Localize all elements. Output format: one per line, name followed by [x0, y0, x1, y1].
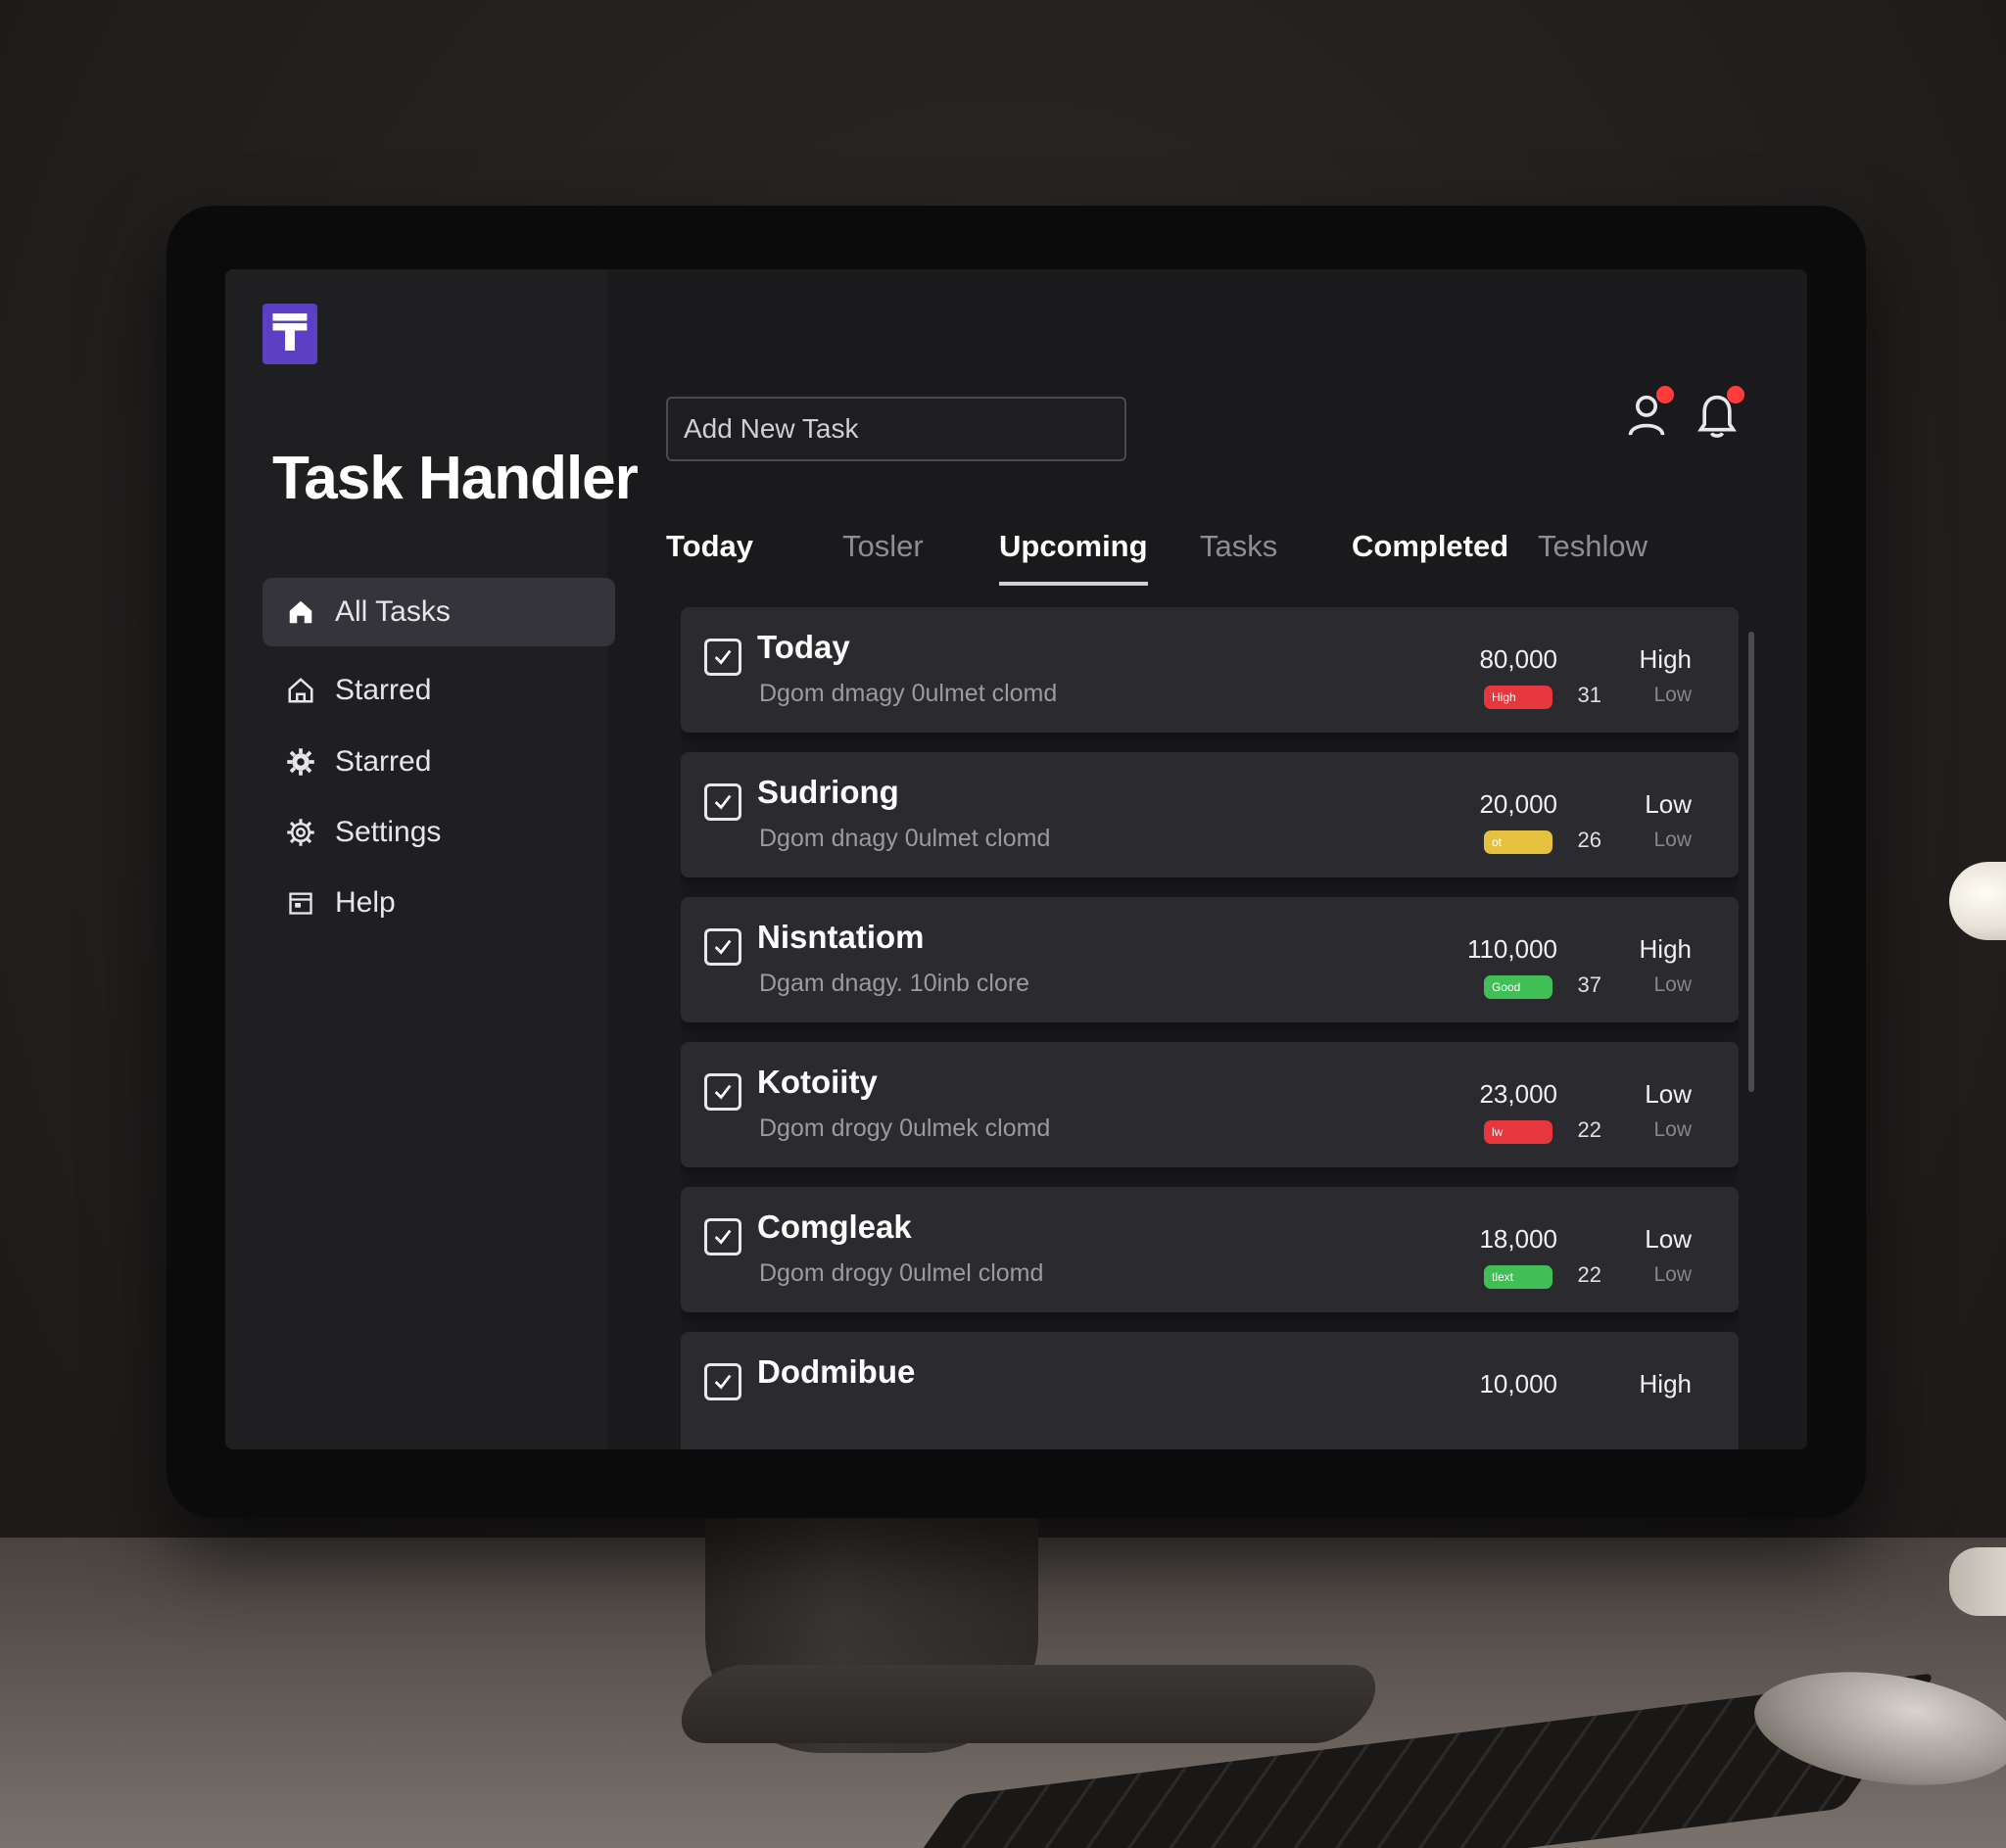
task-amount: 18,000 — [1479, 1224, 1557, 1254]
task-row[interactable]: Comgleak Dgom drogy 0ulmel clomd 18,000 … — [681, 1187, 1739, 1312]
task-count: 26 — [1577, 828, 1601, 852]
task-checkbox[interactable] — [704, 1218, 741, 1256]
task-title: Dodmibue — [757, 1353, 916, 1390]
task-title: Sudriong — [757, 774, 899, 810]
status-badge: High — [1484, 686, 1552, 709]
task-priority: High — [1639, 934, 1692, 964]
status-badge: lw — [1484, 1120, 1552, 1144]
sidebar: ₸ Task Handler All Tasks Starred Starred — [225, 269, 639, 1449]
task-row[interactable]: Sudriong Dgom dnagy 0ulmet clomd 20,000 … — [681, 752, 1739, 877]
app-logo[interactable]: ₸ — [263, 304, 317, 364]
task-checkbox[interactable] — [704, 1073, 741, 1111]
task-checkbox[interactable] — [704, 783, 741, 821]
task-row[interactable]: Dodmibue 10,000 High — [681, 1332, 1739, 1449]
task-sub-priority: Low — [1653, 973, 1692, 996]
task-title: Nisntatiom — [757, 919, 925, 955]
desk-lamp — [1949, 862, 2006, 940]
tab-today[interactable]: Today — [666, 529, 753, 582]
task-priority: Low — [1645, 1079, 1692, 1109]
app-window: ₸ Task Handler All Tasks Starred Starred — [225, 269, 1807, 1449]
sidebar-item-starred-2[interactable]: Starred — [263, 728, 615, 796]
scrollbar[interactable] — [1748, 632, 1754, 1092]
task-sub-priority: Low — [1653, 1118, 1692, 1141]
task-description: Dgam dnagy. 10inb clore — [759, 970, 1030, 997]
task-amount: 80,000 — [1479, 644, 1557, 674]
notification-badge — [1727, 386, 1744, 403]
status-badge: tlext — [1484, 1265, 1552, 1289]
task-list: Today Dgom dmagy 0ulmet clomd 80,000 Hig… — [681, 607, 1739, 1449]
sidebar-item-label: Help — [335, 886, 396, 919]
check-icon — [714, 1374, 732, 1390]
bell-icon[interactable] — [1696, 386, 1744, 439]
sidebar-item-label: Starred — [335, 745, 432, 778]
tab-completed[interactable]: Completed — [1352, 529, 1508, 582]
add-new-task-input[interactable] — [666, 397, 1126, 461]
home-icon — [284, 595, 317, 629]
task-title: Kotoiity — [757, 1064, 878, 1100]
task-description: Dgom drogy 0ulmel clomd — [759, 1259, 1044, 1287]
task-count: 22 — [1577, 1117, 1601, 1142]
check-icon — [714, 939, 732, 955]
task-amount: 110,000 — [1466, 934, 1557, 964]
task-description: Dgom dmagy 0ulmet clomd — [759, 680, 1058, 707]
task-description: Dgom drogy 0ulmek clomd — [759, 1114, 1051, 1142]
gear-icon — [284, 745, 317, 779]
sidebar-item-label: Starred — [335, 674, 432, 706]
sidebar-item-settings[interactable]: Settings — [263, 798, 615, 867]
task-count: 22 — [1577, 1262, 1601, 1287]
task-checkbox[interactable] — [704, 1363, 741, 1400]
task-sub-priority: Low — [1653, 684, 1692, 706]
check-icon — [714, 649, 732, 665]
sidebar-item-help[interactable]: Help — [263, 869, 615, 937]
tab-upcoming[interactable]: Upcoming — [999, 529, 1148, 586]
task-amount: 10,000 — [1479, 1369, 1557, 1398]
photo-scene: ₸ Task Handler All Tasks Starred Starred — [0, 0, 2006, 1848]
tab-teshlow[interactable]: Teshlow — [1538, 529, 1648, 582]
task-priority: High — [1639, 644, 1692, 674]
task-title: Comgleak — [757, 1208, 912, 1245]
status-badge: Good — [1484, 975, 1552, 999]
notification-badge — [1656, 386, 1674, 403]
sidebar-item-starred[interactable]: Starred — [263, 656, 615, 725]
user-notification-icon[interactable] — [1625, 386, 1674, 439]
task-description: Dgom dnagy 0ulmet clomd — [759, 825, 1051, 852]
sidebar-item-label: Settings — [335, 816, 442, 848]
header-icons — [1625, 386, 1744, 439]
app-title: Task Handler — [272, 445, 639, 512]
house-outline-icon — [284, 674, 317, 707]
task-count: 37 — [1577, 972, 1601, 997]
task-checkbox[interactable] — [704, 639, 741, 676]
calendar-icon — [284, 886, 317, 920]
status-badge: ot — [1484, 830, 1552, 854]
task-row[interactable]: Kotoiity Dgom drogy 0ulmek clomd 23,000 … — [681, 1042, 1739, 1167]
task-priority: Low — [1645, 1224, 1692, 1254]
lamp-base — [1949, 1547, 2006, 1616]
task-row[interactable]: Today Dgom dmagy 0ulmet clomd 80,000 Hig… — [681, 607, 1739, 733]
task-sub-priority: Low — [1653, 829, 1692, 851]
cog-icon — [284, 816, 317, 849]
tab-tasks[interactable]: Tasks — [1200, 529, 1277, 582]
task-title: Today — [757, 629, 850, 665]
tab-tosler[interactable]: Tosler — [842, 529, 924, 582]
check-icon — [714, 1084, 732, 1100]
check-icon — [714, 794, 732, 810]
task-count: 31 — [1577, 683, 1601, 707]
task-sub-priority: Low — [1653, 1263, 1692, 1286]
main-panel: Today Tosler Upcoming Tasks Completed Te… — [607, 269, 1807, 1449]
task-priority: Low — [1645, 789, 1692, 819]
check-icon — [714, 1229, 732, 1245]
task-amount: 20,000 — [1479, 789, 1557, 819]
task-row[interactable]: Nisntatiom Dgam dnagy. 10inb clore 110,0… — [681, 897, 1739, 1022]
sidebar-item-all-tasks[interactable]: All Tasks — [263, 578, 615, 646]
task-amount: 23,000 — [1479, 1079, 1557, 1109]
sidebar-item-label: All Tasks — [335, 595, 451, 628]
tab-bar: Today Tosler Upcoming Tasks Completed Te… — [666, 529, 1648, 597]
task-checkbox[interactable] — [704, 928, 741, 966]
monitor-stand-base — [667, 1665, 1390, 1743]
task-priority: High — [1639, 1369, 1692, 1398]
